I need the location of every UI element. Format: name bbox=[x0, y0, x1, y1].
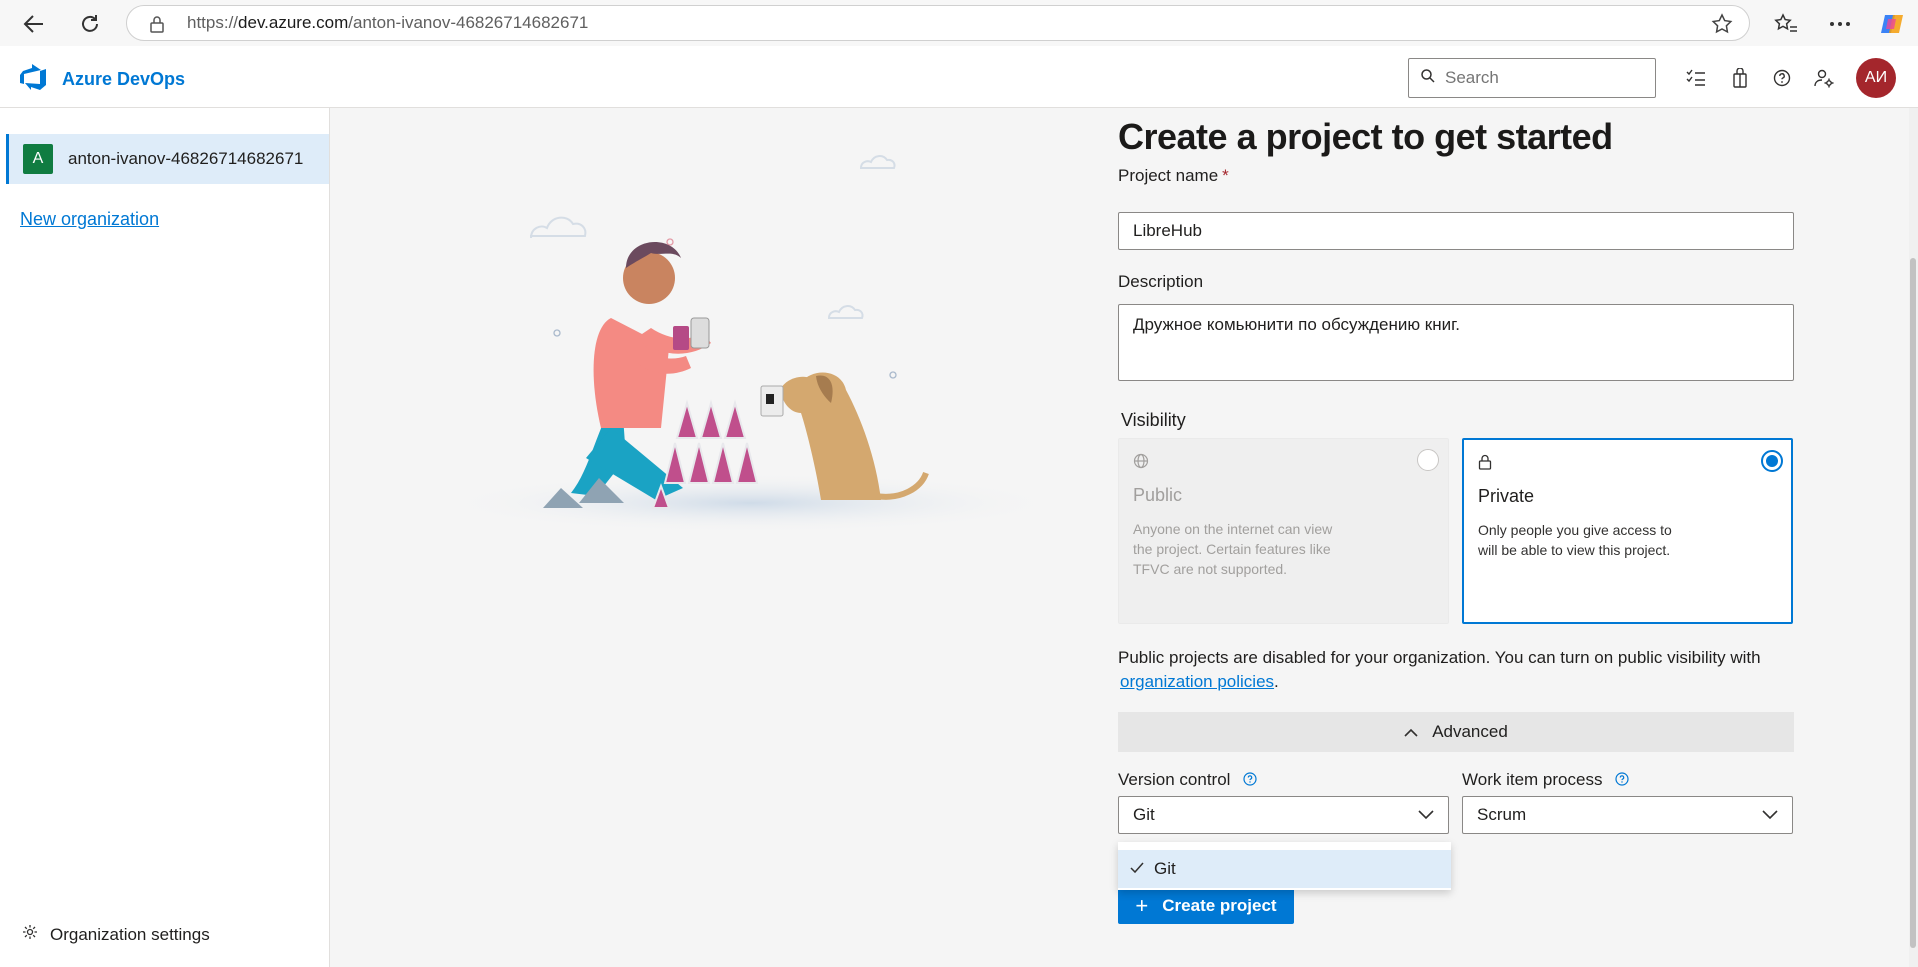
organization-settings-label: Organization settings bbox=[50, 924, 210, 944]
sidebar: A anton-ivanov-46826714682671 New organi… bbox=[0, 108, 330, 967]
url-text: https://dev.azure.com/anton-ivanov-46826… bbox=[187, 13, 588, 33]
brand[interactable]: Azure DevOps bbox=[20, 64, 185, 95]
scrollbar[interactable] bbox=[1909, 108, 1918, 967]
work-item-process-help-icon[interactable] bbox=[1615, 771, 1629, 791]
visibility-label: Visibility bbox=[1121, 410, 1186, 430]
browser-toolbar: https://dev.azure.com/anton-ivanov-46826… bbox=[0, 0, 1918, 46]
main-content: Create a project to get started Project … bbox=[331, 108, 1918, 967]
avatar-initials: АИ bbox=[1864, 69, 1888, 86]
policy-note-text: Public projects are disabled for your or… bbox=[1118, 648, 1761, 667]
lock-icon[interactable] bbox=[149, 15, 165, 38]
public-title: Public bbox=[1133, 485, 1183, 505]
project-name-input[interactable] bbox=[1118, 212, 1794, 250]
version-control-value: Git bbox=[1133, 805, 1155, 824]
org-badge-letter: A bbox=[32, 150, 44, 167]
page-title: Create a project to get started bbox=[1118, 116, 1613, 157]
lock-icon bbox=[1478, 454, 1492, 475]
work-item-process-select[interactable]: Scrum bbox=[1462, 796, 1793, 834]
address-bar[interactable]: https://dev.azure.com/anton-ivanov-46826… bbox=[126, 5, 1750, 41]
dropdown-option-git[interactable]: Git bbox=[1118, 850, 1451, 888]
brand-label: Azure DevOps bbox=[62, 69, 186, 89]
search-box[interactable] bbox=[1408, 58, 1656, 98]
organization-policies-link[interactable]: organization policies bbox=[1120, 672, 1274, 691]
chevron-down-icon bbox=[1762, 805, 1778, 825]
version-control-help-icon[interactable] bbox=[1243, 771, 1257, 791]
create-project-label: Create project bbox=[1162, 896, 1277, 915]
version-control-dropdown: Git bbox=[1118, 842, 1451, 890]
private-title: Private bbox=[1478, 486, 1535, 506]
work-item-process-label: Work item process bbox=[1462, 770, 1629, 791]
description-input[interactable]: Дружное комьюнити по обсуждению книг. bbox=[1118, 304, 1794, 381]
private-radio[interactable] bbox=[1761, 450, 1783, 472]
policy-note: Public projects are disabled for your or… bbox=[1118, 646, 1818, 694]
scrollbar-thumb[interactable] bbox=[1910, 258, 1916, 948]
work-item-process-label-text: Work item process bbox=[1462, 770, 1603, 789]
plus-icon: + bbox=[1135, 893, 1149, 918]
help-icon[interactable] bbox=[1768, 64, 1796, 92]
chevron-up-icon bbox=[1404, 722, 1418, 742]
public-radio[interactable] bbox=[1417, 449, 1439, 471]
globe-icon bbox=[1133, 453, 1149, 474]
onboarding-illustration bbox=[441, 155, 1061, 533]
advanced-label: Advanced bbox=[1432, 722, 1508, 741]
work-item-process-value: Scrum bbox=[1477, 805, 1527, 824]
search-icon bbox=[1421, 68, 1435, 88]
favorites-icon[interactable] bbox=[1770, 8, 1802, 40]
visibility-public-option[interactable]: Public Anyone on the internet can view t… bbox=[1118, 438, 1449, 624]
organization-settings-link[interactable]: Organization settings bbox=[22, 924, 210, 945]
checkmark-icon bbox=[1130, 859, 1144, 879]
project-name-label-text: Project name bbox=[1118, 166, 1219, 185]
azure-devops-logo-icon bbox=[20, 64, 48, 95]
more-icon[interactable] bbox=[1824, 8, 1856, 40]
description-label: Description bbox=[1118, 272, 1204, 291]
version-control-label: Version control bbox=[1118, 770, 1257, 791]
shopping-bag-icon[interactable] bbox=[1726, 64, 1754, 92]
org-badge: A bbox=[23, 144, 53, 174]
new-organization-link[interactable]: New organization bbox=[20, 209, 159, 230]
user-settings-icon[interactable] bbox=[1810, 64, 1838, 92]
sidebar-item-organization[interactable]: A anton-ivanov-46826714682671 bbox=[6, 134, 329, 184]
visibility-private-option[interactable]: Private Only people you give access to w… bbox=[1462, 438, 1793, 624]
version-control-label-text: Version control bbox=[1118, 770, 1231, 789]
task-list-icon[interactable] bbox=[1682, 64, 1710, 92]
policy-note-end: . bbox=[1274, 672, 1279, 691]
chevron-down-icon bbox=[1418, 805, 1434, 825]
project-name-label: Project name * bbox=[1118, 166, 1229, 186]
app-header: Azure DevOps АИ bbox=[0, 46, 1918, 108]
copilot-icon[interactable] bbox=[1876, 8, 1908, 40]
gear-icon bbox=[22, 924, 38, 945]
public-description: Anyone on the internet can view the proj… bbox=[1133, 521, 1333, 577]
url-host: dev.azure.com bbox=[238, 13, 349, 32]
search-input[interactable] bbox=[1445, 68, 1635, 88]
version-control-select[interactable]: Git bbox=[1118, 796, 1449, 834]
org-name: anton-ivanov-46826714682671 bbox=[68, 149, 304, 168]
back-icon[interactable] bbox=[18, 8, 50, 40]
url-scheme: https:// bbox=[187, 13, 239, 32]
url-path: /anton-ivanov-46826714682671 bbox=[348, 13, 589, 32]
create-project-button[interactable]: + Create project bbox=[1118, 888, 1294, 924]
refresh-icon[interactable] bbox=[74, 8, 106, 40]
avatar[interactable]: АИ bbox=[1856, 58, 1896, 98]
dropdown-option-label: Git bbox=[1154, 859, 1176, 878]
private-description: Only people you give access to will be a… bbox=[1478, 522, 1672, 558]
advanced-toggle[interactable]: Advanced bbox=[1118, 712, 1794, 752]
required-mark: * bbox=[1222, 166, 1229, 185]
favorite-star-icon[interactable] bbox=[1711, 13, 1733, 40]
